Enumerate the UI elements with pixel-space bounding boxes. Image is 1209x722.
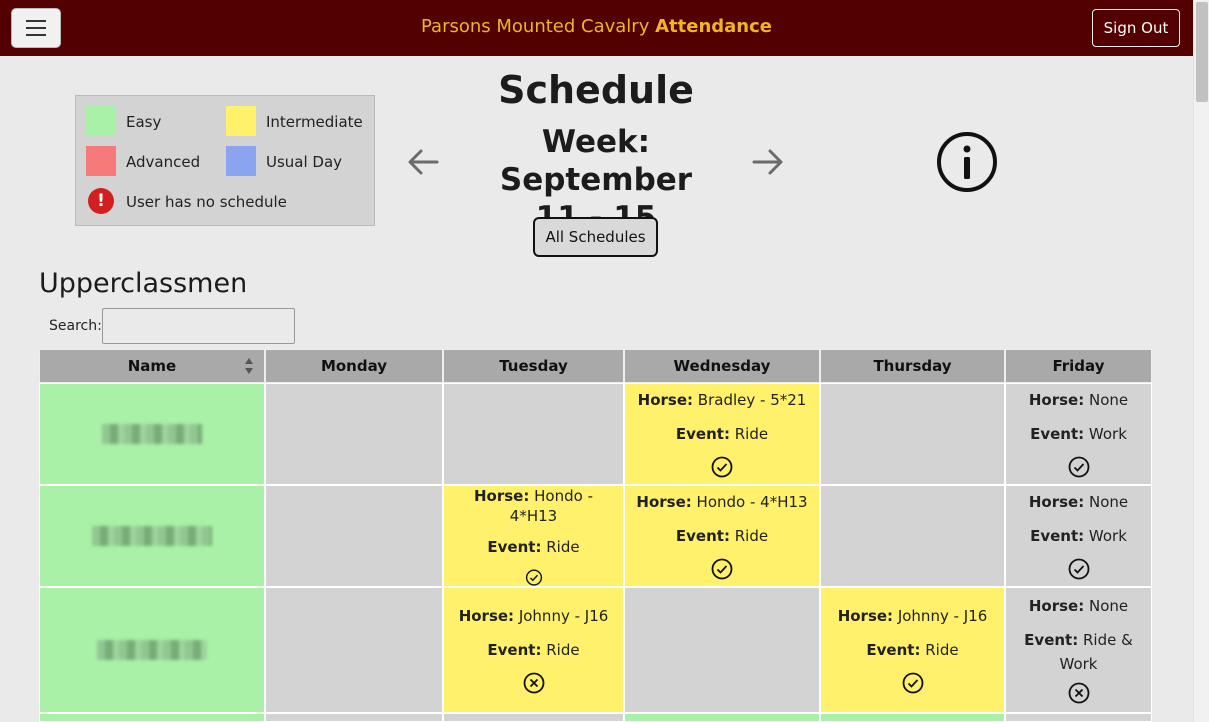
exclamation-circle-icon: ! [88, 188, 114, 214]
schedule-cell-empty [624, 587, 820, 713]
schedule-cell[interactable]: Horse: Johnny - J16 Event: Ride [443, 587, 624, 713]
search-input[interactable] [102, 308, 295, 344]
schedule-cell[interactable]: Horse: Hondo - 4*H13 Event: Ride [624, 485, 820, 587]
schedule-cell-empty [265, 587, 443, 713]
check-circle-icon [1068, 456, 1089, 478]
table-row-name-cell[interactable] [39, 587, 265, 713]
horse-line: Horse: None [1028, 597, 1129, 615]
event-line: Event: Work [1030, 527, 1127, 545]
schedule-cell[interactable]: Horse: None Event: Work [1005, 485, 1152, 587]
top-navbar: Parsons Mounted Cavalry Attendance Sign … [0, 0, 1193, 56]
legend-swatch-intermediate [226, 106, 256, 136]
check-circle-icon [525, 569, 542, 586]
app-title-prefix: Parsons Mounted Cavalry [421, 16, 650, 37]
schedule-cell-empty [443, 713, 624, 722]
app-title-bold: Attendance [655, 16, 772, 37]
column-header-name[interactable]: Name [39, 349, 265, 383]
redacted-name [102, 424, 202, 444]
column-header-tuesday: Tuesday [443, 349, 624, 383]
legend-label-usual-day: Usual Day [266, 153, 343, 171]
x-circle-icon [1068, 682, 1089, 704]
horse-line: Horse: Bradley - 5*21 [637, 391, 807, 409]
section-title-upperclassmen: Upperclassmen [39, 268, 248, 299]
table-row-name-cell[interactable] [39, 485, 265, 587]
column-header-name-label: Name [127, 357, 177, 375]
table-row-name-cell[interactable] [39, 383, 265, 485]
event-line: Event: Ride [487, 641, 580, 659]
column-header-monday: Monday [265, 349, 443, 383]
horse-line: Horse: Hondo - 4*H13 [636, 493, 808, 511]
schedule-cell[interactable]: Horse: Bradley - 5*21 Event: Ride [624, 383, 820, 485]
legend-swatch-usual-day [226, 146, 256, 176]
schedule-cell[interactable]: Horse: Hondo - 4*H13 Event: Ride [443, 485, 624, 587]
info-circle-icon[interactable] [935, 130, 999, 194]
event-line: Event: Ride & [1024, 631, 1133, 649]
legend-label-intermediate: Intermediate [266, 113, 363, 131]
horse-line: Horse: Johnny - J16 [458, 607, 609, 625]
column-header-thursday: Thursday [820, 349, 1005, 383]
sort-icon[interactable] [244, 357, 254, 375]
schedule-cell-empty [443, 383, 624, 485]
horse-line: Horse: Johnny - J16 [837, 607, 988, 625]
check-circle-icon [1068, 558, 1089, 580]
sign-out-button[interactable]: Sign Out [1092, 9, 1180, 47]
app-title: Parsons Mounted Cavalry Attendance [0, 16, 1193, 37]
event-line: Event: Ride [866, 641, 959, 659]
schedule-cell-empty [265, 485, 443, 587]
event-line: Event: Ride [675, 425, 769, 443]
schedule-cell[interactable]: Horse: Johnny - J16 Event: Ride [820, 587, 1005, 713]
previous-week-arrow-icon[interactable] [407, 148, 439, 176]
legend-label-advanced: Advanced [126, 153, 201, 171]
schedule-cell-empty [265, 383, 443, 485]
scrollbar-thumb[interactable] [1196, 2, 1208, 102]
table-row-name-cell[interactable] [39, 713, 265, 722]
check-circle-icon [902, 672, 923, 694]
column-header-wednesday: Wednesday [624, 349, 820, 383]
schedule-cell[interactable] [820, 713, 1005, 722]
horse-line: Horse: None [1028, 493, 1129, 511]
legend-swatch-advanced [86, 146, 116, 176]
schedule-cell-empty [820, 383, 1005, 485]
event-line-continued: Work [1059, 655, 1098, 673]
schedule-cell[interactable]: Horse: None Event: Ride & Work [1005, 587, 1152, 713]
legend-label-easy: Easy [126, 113, 162, 131]
horse-line: Horse: Hondo - 4*H13 [474, 487, 593, 525]
all-schedules-button[interactable]: All Schedules [533, 217, 658, 257]
next-week-arrow-icon[interactable] [752, 148, 784, 176]
check-circle-icon [711, 456, 733, 478]
schedule-cell-empty [1005, 713, 1152, 722]
x-circle-icon [523, 672, 544, 694]
check-circle-icon [711, 558, 733, 580]
legend-label-no-schedule: User has no schedule [126, 193, 287, 211]
horse-line: Horse: None [1028, 391, 1129, 409]
schedule-cell-empty [820, 485, 1005, 587]
legend-swatch-easy [86, 106, 116, 136]
redacted-name [97, 640, 207, 660]
event-line: Event: Ride [487, 537, 580, 556]
schedule-cell[interactable]: Horse: None Event: Work [1005, 383, 1152, 485]
week-line-1: Week: September [499, 124, 693, 198]
schedule-cell[interactable] [624, 713, 820, 722]
event-line: Event: Ride [675, 527, 769, 545]
schedule-cell-empty [265, 713, 443, 722]
page-scrollbar[interactable] [1193, 0, 1209, 722]
search-label: Search: [49, 318, 102, 334]
page-title: Schedule [498, 68, 694, 112]
redacted-name [92, 526, 212, 546]
difficulty-legend: Easy Intermediate Advanced Usual Day ! U… [75, 95, 375, 226]
column-header-friday: Friday [1005, 349, 1152, 383]
event-line: Event: Work [1030, 425, 1127, 443]
